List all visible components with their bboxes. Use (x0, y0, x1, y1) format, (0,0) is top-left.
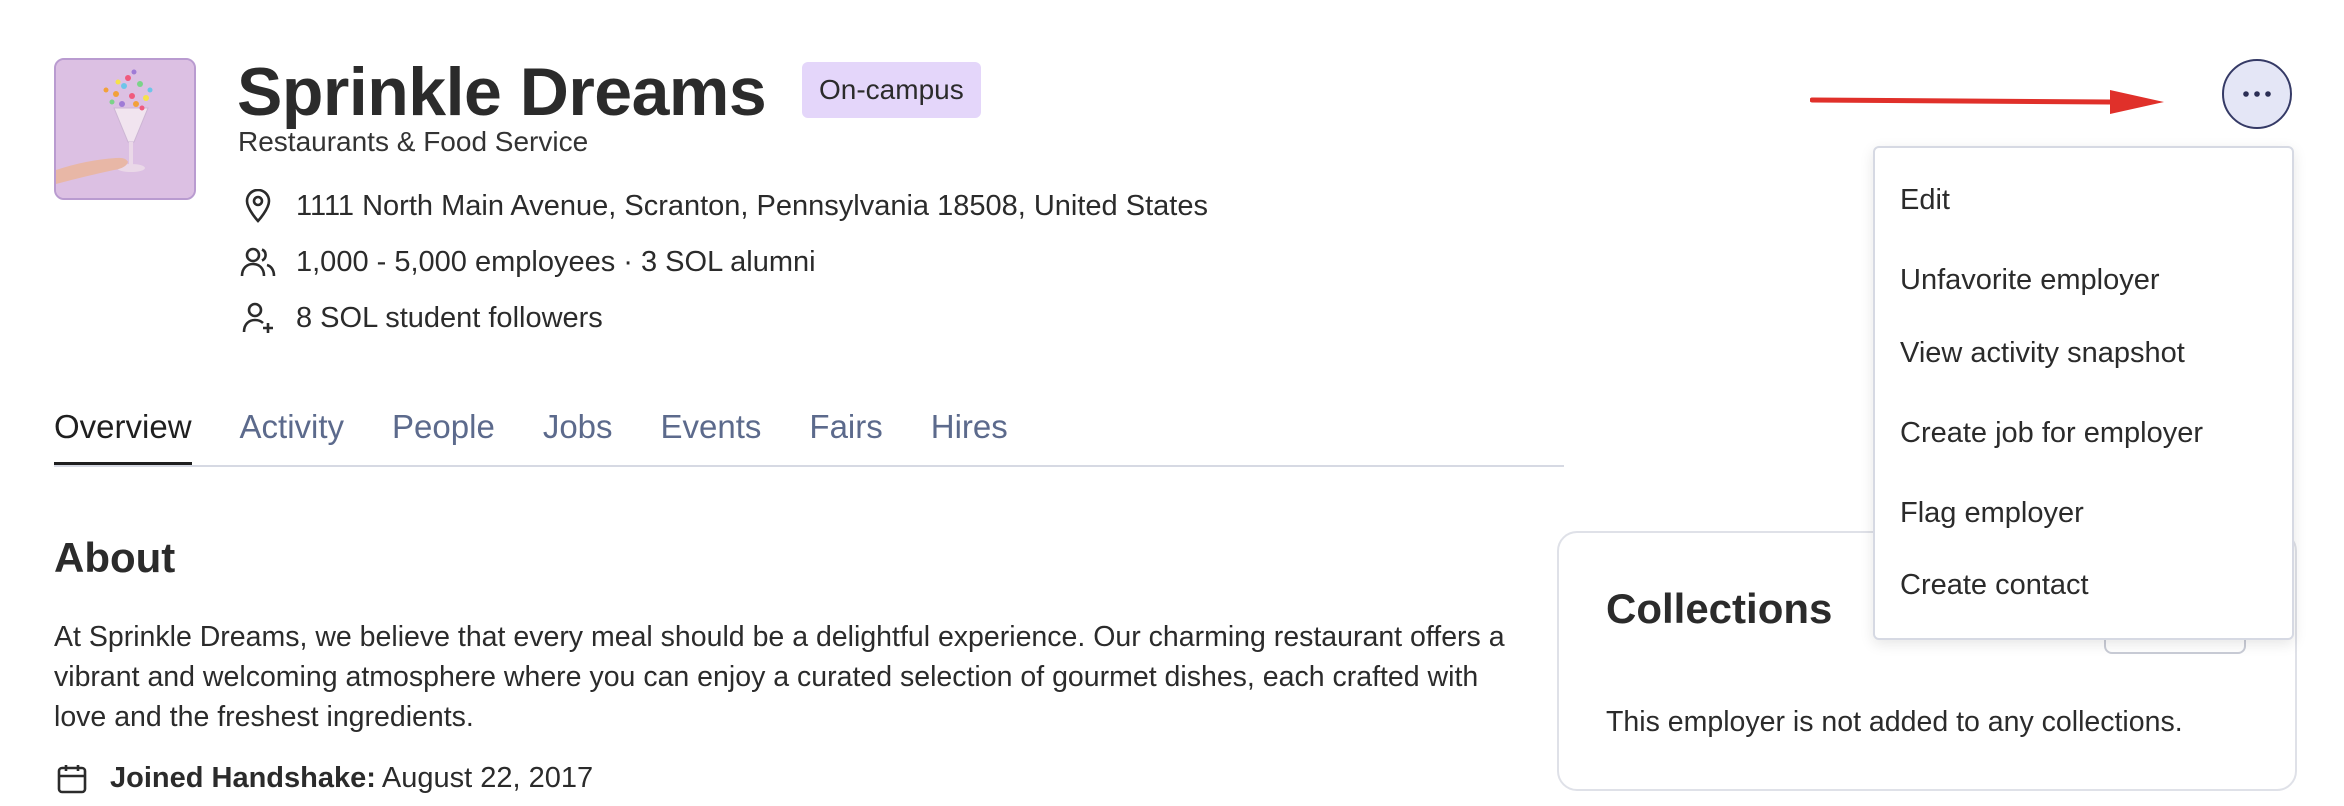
employer-address: 1111 North Main Avenue, Scranton, Pennsy… (296, 189, 1208, 222)
tab-people[interactable]: People (392, 400, 495, 466)
size-row: 1,000 - 5,000 employees · 3 SOL alumni (240, 240, 816, 284)
tab-events[interactable]: Events (661, 400, 762, 466)
followers-row: 8 SOL student followers (240, 296, 603, 340)
joined-date: August 22, 2017 (381, 762, 594, 794)
annotation-arrow (1810, 90, 2164, 114)
collections-empty-text: This employer is not added to any collec… (1606, 706, 2183, 738)
employer-size: 1,000 - 5,000 employees · 3 SOL alumni (296, 245, 816, 278)
collections-heading: Collections (1606, 585, 1833, 632)
employer-followers: 8 SOL student followers (296, 301, 603, 334)
location-pin-icon (240, 188, 276, 224)
menu-item-edit[interactable]: Edit (1900, 180, 1950, 220)
on-campus-badge: On-campus (802, 62, 981, 118)
employer-tabs: Overview Activity People Jobs Events Fai… (54, 400, 1056, 466)
people-icon (240, 244, 276, 280)
menu-item-create-contact[interactable]: Create contact (1900, 565, 2089, 605)
user-plus-icon (240, 300, 276, 336)
tabs-divider (54, 465, 1564, 467)
employer-industry: Restaurants & Food Service (238, 126, 589, 157)
menu-item-view-activity-snapshot[interactable]: View activity snapshot (1900, 333, 2185, 373)
joined-row: Joined Handshake: August 22, 2017 (56, 762, 593, 795)
employer-name: Sprinkle Dreams (237, 54, 767, 130)
about-heading: About (54, 534, 176, 581)
address-row: 1111 North Main Avenue, Scranton, Pennsy… (240, 184, 1208, 228)
tab-activity[interactable]: Activity (240, 400, 345, 466)
menu-item-flag-employer[interactable]: Flag employer (1900, 493, 2084, 533)
menu-item-unfavorite-employer[interactable]: Unfavorite employer (1900, 260, 2160, 300)
tab-jobs[interactable]: Jobs (543, 400, 613, 466)
menu-item-create-job[interactable]: Create job for employer (1900, 413, 2203, 453)
tab-hires[interactable]: Hires (931, 400, 1008, 466)
ellipsis-icon (2243, 91, 2271, 97)
tab-overview[interactable]: Overview (54, 400, 192, 466)
more-actions-button[interactable] (2222, 59, 2292, 129)
joined-label: Joined Handshake: (110, 762, 376, 794)
about-text: At Sprinkle Dreams, we believe that ever… (54, 621, 1505, 733)
employer-logo (54, 58, 196, 200)
calendar-icon (56, 763, 88, 795)
tab-fairs[interactable]: Fairs (809, 400, 882, 466)
